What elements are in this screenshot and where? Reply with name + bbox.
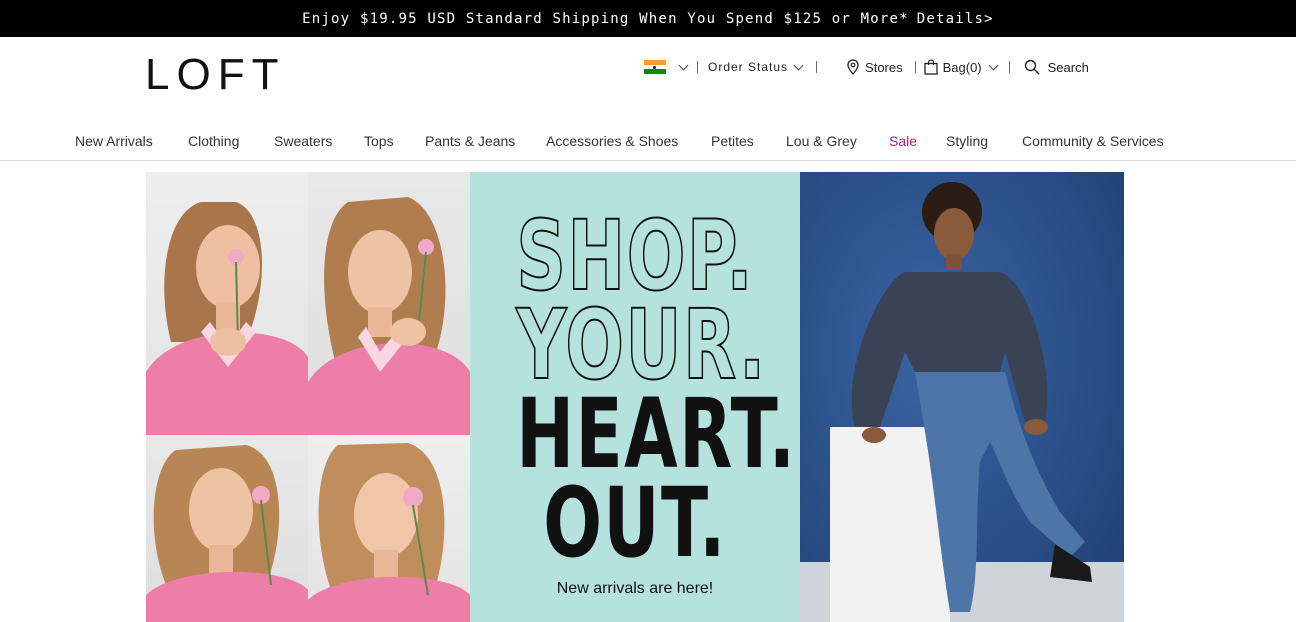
- hero-subtitle: New arrivals are here!: [556, 580, 714, 597]
- nav-pants-jeans[interactable]: Pants & Jeans: [425, 133, 515, 149]
- promo-banner: Enjoy $19.95 USD Standard Shipping When …: [0, 0, 1296, 37]
- divider: [816, 61, 818, 73]
- loft-logo[interactable]: LOFT: [145, 53, 285, 97]
- shopping-bag-icon: [923, 59, 938, 75]
- main-nav: New Arrivals Clothing Sweaters Tops Pant…: [0, 120, 1296, 161]
- hero-text-panel: SHOP. YOUR. HEART. OUT. New arrivals are…: [470, 172, 800, 622]
- bag-label: Bag(0): [942, 59, 982, 75]
- bag-menu[interactable]: Bag(0): [923, 59, 999, 75]
- nav-community-services[interactable]: Community & Services: [1022, 133, 1164, 149]
- chevron-down-icon: [793, 60, 804, 70]
- nav-sale[interactable]: Sale: [889, 133, 917, 149]
- hero-photo-denim-model: [800, 172, 1124, 622]
- nav-new-arrivals[interactable]: New Arrivals: [75, 133, 153, 149]
- stores-label: Stores: [865, 59, 903, 75]
- promo-details-link[interactable]: Details>: [917, 11, 994, 27]
- country-selector[interactable]: [640, 60, 689, 75]
- hero-headline-line: OUT.: [543, 467, 727, 579]
- hero-photo-model: [308, 172, 470, 435]
- order-status-menu[interactable]: Order Status: [708, 60, 804, 74]
- search-icon: [1024, 59, 1040, 75]
- order-status-label: Order Status: [708, 60, 789, 74]
- hero-banner[interactable]: SHOP. YOUR. HEART. OUT. New arrivals are…: [146, 172, 1124, 622]
- hero-photo-model: [146, 172, 308, 435]
- divider: [914, 61, 916, 73]
- nav-tops[interactable]: Tops: [364, 133, 394, 149]
- chevron-down-icon: [678, 60, 689, 70]
- divider: [697, 61, 698, 73]
- utility-nav: Order Status Stores Bag(0) Search: [640, 56, 1089, 78]
- india-flag-icon: [644, 60, 666, 75]
- hero-photo-collage: [146, 172, 470, 622]
- search-label: Search: [1047, 59, 1089, 75]
- nav-petites[interactable]: Petites: [711, 133, 754, 149]
- stores-link[interactable]: Stores: [847, 59, 903, 75]
- nav-clothing[interactable]: Clothing: [188, 133, 239, 149]
- hero-photo-model: [146, 435, 308, 622]
- promo-text: Enjoy $19.95 USD Standard Shipping When …: [302, 10, 909, 27]
- search-button[interactable]: Search: [1024, 59, 1089, 75]
- nav-styling[interactable]: Styling: [946, 133, 988, 149]
- nav-lou-grey[interactable]: Lou & Grey: [786, 133, 857, 149]
- hero-photo-model: [308, 435, 470, 622]
- nav-accessories-shoes[interactable]: Accessories & Shoes: [546, 133, 678, 149]
- nav-sweaters[interactable]: Sweaters: [274, 133, 332, 149]
- chevron-down-icon: [988, 60, 999, 70]
- divider: [1008, 61, 1010, 73]
- map-pin-icon: [847, 59, 859, 75]
